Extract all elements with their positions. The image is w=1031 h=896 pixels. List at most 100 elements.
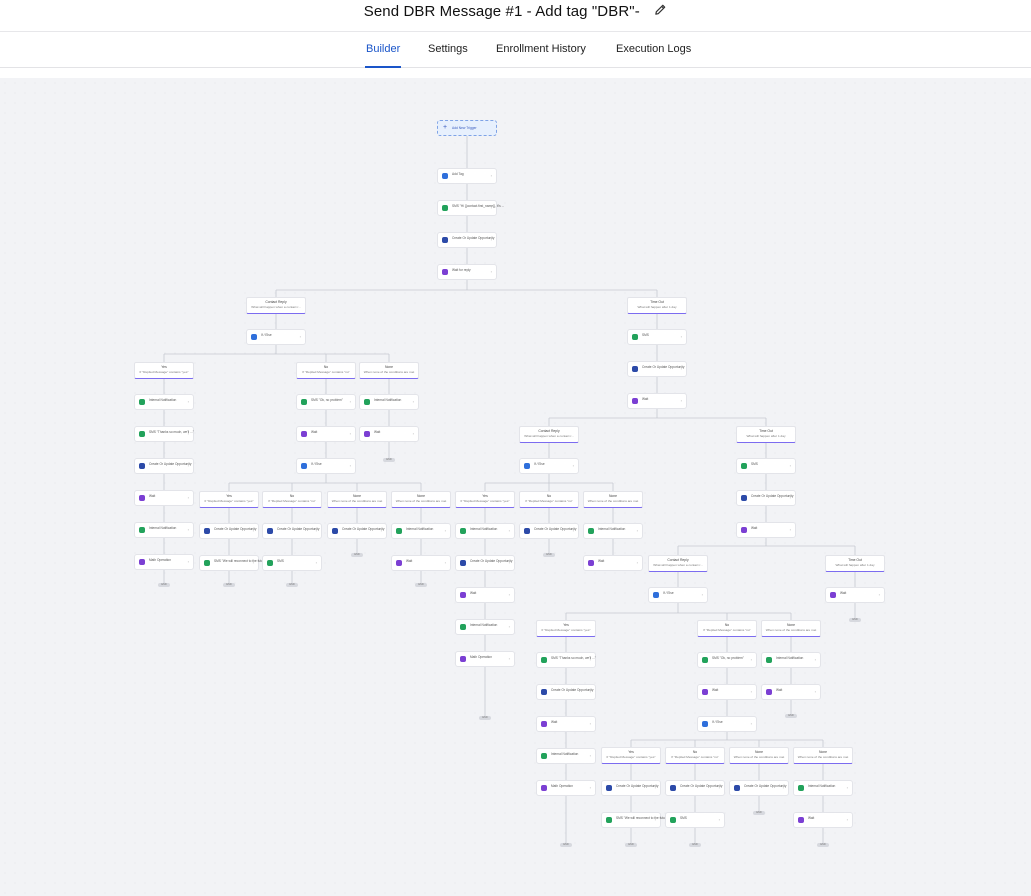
branch-node[interactable]: Contact Reply What will happen when a con… (246, 297, 306, 314)
branch-node[interactable]: None When none of the conditions are met (583, 491, 643, 508)
action-node[interactable]: Internal Notification › (134, 522, 194, 538)
action-node[interactable]: Create Or Update Opportunity › (536, 684, 596, 700)
action-node[interactable]: If / Else › (648, 587, 708, 603)
action-node[interactable]: Wait › (697, 684, 757, 700)
branch-node[interactable]: Yes If "Replied Message" contains "yes" (199, 491, 259, 508)
action-node[interactable]: Wait for reply › (437, 264, 497, 280)
action-node[interactable]: Math Operation › (536, 780, 596, 796)
action-node[interactable]: SMS "We will reconnect to the future" › (199, 555, 267, 571)
branch-node[interactable]: Time Out What will happen after 1 day (736, 426, 796, 443)
action-node[interactable]: Wait › (627, 393, 687, 409)
action-node[interactable]: Math Operation › (134, 554, 194, 570)
branch-node[interactable]: No If "Replied Message" contains "no" (296, 362, 356, 379)
action-node[interactable]: Create Or Update Opportunity › (729, 780, 789, 796)
action-node[interactable]: Wait › (455, 587, 515, 603)
action-node[interactable]: If / Else › (246, 329, 306, 345)
action-node[interactable]: SMS "Thanks so much, we'll ..." › (536, 652, 596, 668)
action-node[interactable]: Internal Notification › (761, 652, 821, 668)
chevron-right-icon: › (252, 528, 254, 533)
action-node[interactable]: Wait › (536, 716, 596, 732)
tab-builder[interactable]: Builder (366, 43, 400, 55)
green-action-icon (702, 657, 708, 663)
action-node[interactable]: Wait › (391, 555, 451, 571)
action-node[interactable]: Create Or Update Opportunity › (327, 523, 387, 539)
branch-node[interactable]: No If "Replied Message" contains "no" (697, 620, 757, 637)
action-node[interactable]: SMS › (627, 329, 687, 345)
branch-node[interactable]: None When none of the conditions are met (729, 747, 789, 764)
action-node[interactable]: Create Or Update Opportunity › (199, 523, 259, 539)
action-node[interactable]: Internal Notification › (134, 394, 194, 410)
branch-title: Yes (482, 494, 488, 498)
chevron-right-icon: › (589, 785, 591, 790)
action-node[interactable]: Wait › (761, 684, 821, 700)
action-node[interactable]: Internal Notification › (536, 748, 596, 764)
action-node[interactable]: Create Or Update Opportunity › (627, 361, 687, 377)
branch-node[interactable]: Yes If "Replied Message" contains "yes" (455, 491, 515, 508)
action-node[interactable]: Internal Notification › (359, 394, 419, 410)
chevron-right-icon: › (789, 463, 791, 468)
action-node[interactable]: Internal Notification › (793, 780, 853, 796)
branch-node[interactable]: None When none of the conditions are met (391, 491, 451, 508)
tab-execution-logs[interactable]: Execution Logs (616, 43, 691, 55)
branch-node[interactable]: Contact Reply What will happen when a con… (648, 555, 708, 572)
branch-node[interactable]: Yes If "Replied Message" contains "yes" (134, 362, 194, 379)
action-node[interactable]: If / Else › (519, 458, 579, 474)
branch-node[interactable]: No If "Replied Message" contains "no" (262, 491, 322, 508)
branch-node[interactable]: None When none of the conditions are met (327, 491, 387, 508)
branch-node[interactable]: Time Out What will happen after 1 day (627, 297, 687, 314)
action-node[interactable]: Wait › (134, 490, 194, 506)
action-node[interactable]: SMS › (736, 458, 796, 474)
action-node[interactable]: Internal Notification › (455, 619, 515, 635)
action-node[interactable]: Wait › (793, 812, 853, 828)
action-node[interactable]: Math Operation › (455, 651, 515, 667)
action-node[interactable]: Wait › (583, 555, 643, 571)
branch-node[interactable]: Yes If "Replied Message" contains "yes" (536, 620, 596, 637)
action-node[interactable]: SMS "Ok, no problem" › (697, 652, 757, 668)
branch-node[interactable]: Contact Reply What will happen when a con… (519, 426, 579, 443)
branch-node[interactable]: No If "Replied Message" contains "no" (519, 491, 579, 508)
action-node[interactable]: Create Or Update Opportunity › (134, 458, 194, 474)
workflow-canvas[interactable]: + Add New Trigger Add Tag › SMS "Hi {{cont… (0, 78, 1031, 896)
chevron-right-icon: › (846, 817, 848, 822)
branch-node[interactable]: None When none of the conditions are met (359, 362, 419, 379)
action-node[interactable]: SMS › (262, 555, 322, 571)
add-trigger-button[interactable]: + Add New Trigger (437, 120, 497, 136)
action-node[interactable]: SMS › (665, 812, 725, 828)
action-node[interactable]: If / Else › (296, 458, 356, 474)
action-node[interactable]: SMS "Thanks so much, we'll ..." › (134, 426, 194, 442)
action-node[interactable]: Wait › (359, 426, 419, 442)
chevron-right-icon: › (490, 269, 492, 274)
green-action-icon (766, 657, 772, 663)
action-node[interactable]: SMS "Ok, no problem" › (296, 394, 356, 410)
action-node[interactable]: Wait › (296, 426, 356, 442)
action-node[interactable]: Create Or Update Opportunity › (262, 523, 322, 539)
branch-node[interactable]: Yes If "Replied Message" contains "yes" (601, 747, 661, 764)
action-node[interactable]: Create Or Update Opportunity › (437, 232, 497, 248)
branch-node[interactable]: No If "Replied Message" contains "no" (665, 747, 725, 764)
action-node[interactable]: Create Or Update Opportunity › (601, 780, 661, 796)
pencil-icon[interactable] (654, 3, 667, 16)
branch-node[interactable]: None When none of the conditions are met (793, 747, 853, 764)
action-node[interactable]: Create Or Update Opportunity › (455, 555, 515, 571)
action-node[interactable]: SMS "We will reconnect to the future" › (601, 812, 669, 828)
action-node[interactable]: Wait › (736, 522, 796, 538)
action-node[interactable]: Add Tag › (437, 168, 497, 184)
branch-subtitle: When none of the conditions are met (395, 499, 447, 503)
action-node[interactable]: Wait › (825, 587, 885, 603)
navy-action-icon (442, 237, 448, 243)
action-node[interactable]: Create Or Update Opportunity › (665, 780, 725, 796)
end-marker: END (479, 716, 491, 720)
action-node[interactable]: Create Or Update Opportunity › (736, 490, 796, 506)
tab-enrollment-history[interactable]: Enrollment History (496, 43, 586, 55)
action-node[interactable]: SMS "Hi {{contact.first_name}}, it's ...… (437, 200, 504, 216)
blue-action-icon (301, 463, 307, 469)
action-node[interactable]: If / Else › (697, 716, 757, 732)
branch-node[interactable]: Time Out What will happen after 1 day (825, 555, 885, 572)
branch-node[interactable]: None When none of the conditions are met (761, 620, 821, 637)
action-node[interactable]: Create Or Update Opportunity › (519, 523, 579, 539)
action-node[interactable]: Internal Notification › (455, 523, 515, 539)
tab-settings[interactable]: Settings (428, 43, 468, 55)
action-node[interactable]: Internal Notification › (583, 523, 643, 539)
green-action-icon (460, 624, 466, 630)
action-node[interactable]: Internal Notification › (391, 523, 451, 539)
